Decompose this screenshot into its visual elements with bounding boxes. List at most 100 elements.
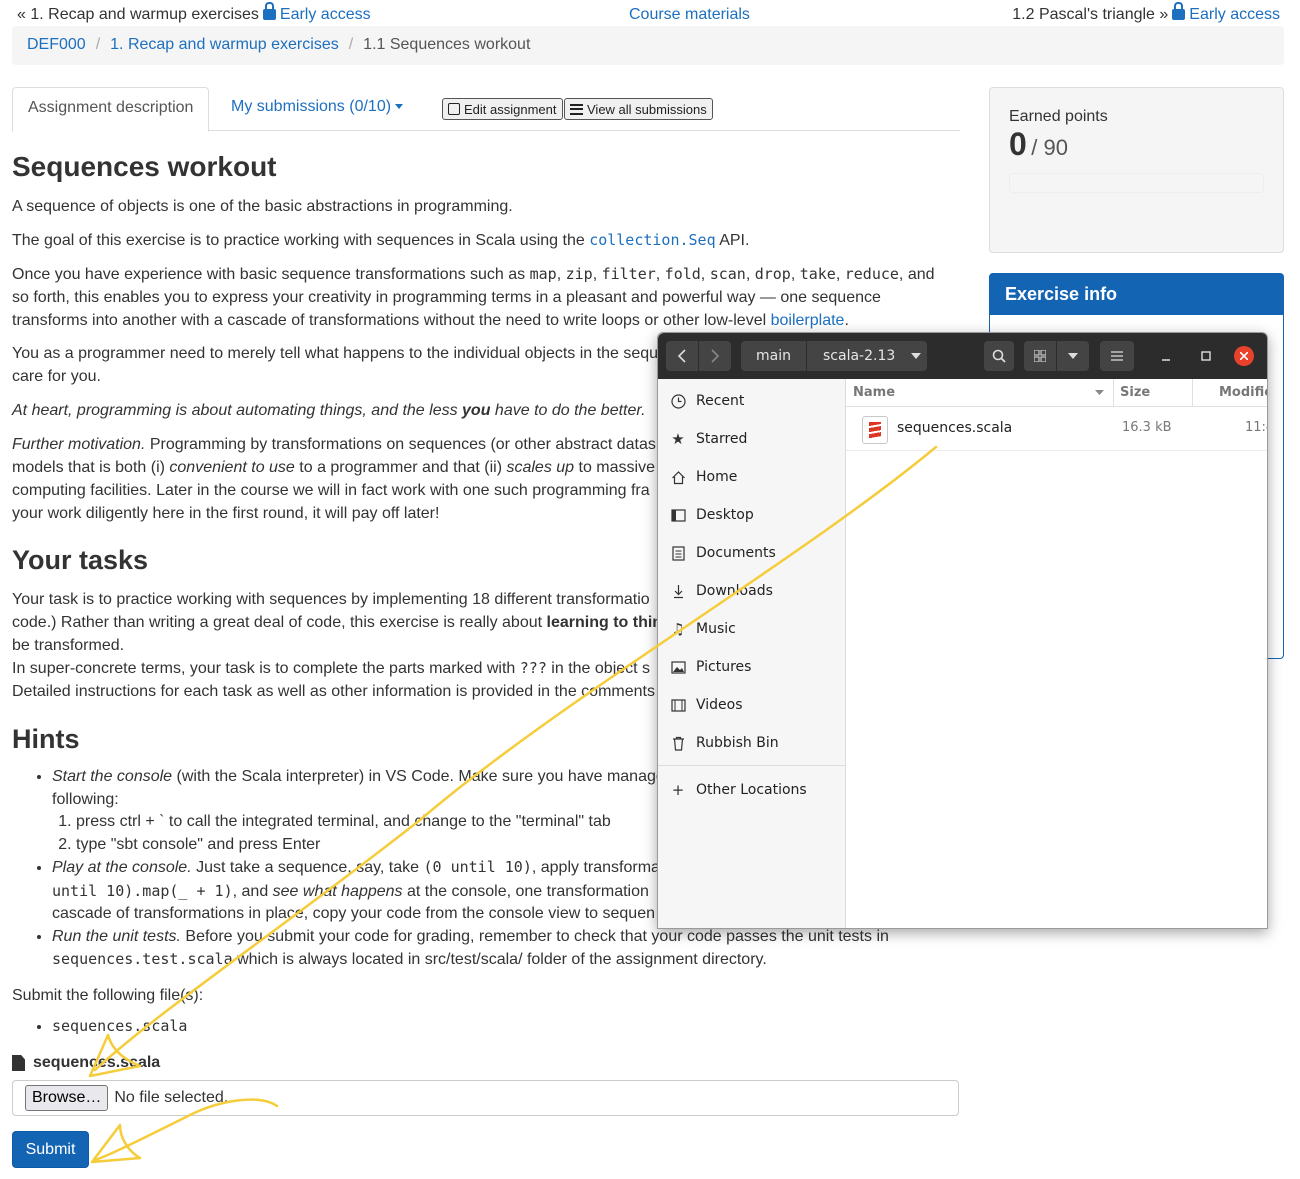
- places-sidebar: Recent ★ Starred Home Desktop Documents D…: [658, 379, 846, 928]
- prev-exercise-link[interactable]: « 1. Recap and warmup exercises Early acc…: [17, 2, 371, 24]
- sidebar-item-label: Recent: [696, 393, 745, 409]
- back-button[interactable]: [666, 341, 698, 371]
- no-file-text: No file selected.: [114, 1089, 229, 1106]
- sidebar-item-starred[interactable]: ★ Starred: [670, 428, 747, 450]
- sidebar-item-label: Rubbish Bin: [696, 735, 779, 751]
- sidebar-item-other-locations[interactable]: + Other Locations: [670, 779, 807, 801]
- video-icon: [670, 697, 686, 713]
- path-current-label: scala-2.13: [823, 348, 896, 364]
- earned-points-label: Earned points: [1009, 108, 1108, 125]
- search-icon: [992, 349, 1006, 363]
- intro-paragraph: A sequence of objects is one of the basi…: [12, 198, 513, 215]
- plus-icon: +: [671, 781, 685, 799]
- view-grid-button[interactable]: [1024, 341, 1056, 371]
- assignment-tabs: Assignment description My submissions (0…: [12, 87, 960, 132]
- download-icon: [670, 583, 686, 599]
- sidebar-item-music[interactable]: ♫ Music: [670, 618, 736, 640]
- lock-icon: [262, 2, 276, 20]
- document-icon: [670, 545, 686, 561]
- prev-early-access-badge[interactable]: Early access: [280, 6, 371, 23]
- column-headers: Name Size Modifie: [846, 379, 1267, 407]
- file-icon: [12, 1055, 25, 1071]
- close-icon: [1240, 352, 1248, 360]
- dropdown-arrow-icon: [911, 353, 922, 359]
- maximize-button[interactable]: [1194, 341, 1218, 371]
- scala-file-icon: [862, 416, 888, 444]
- course-materials-link[interactable]: Course materials: [629, 6, 750, 24]
- edit-assignment-label: Edit assignment: [464, 101, 557, 117]
- path-segment-current[interactable]: scala-2.13: [807, 341, 927, 371]
- star-icon: ★: [671, 430, 685, 448]
- dropdown-arrow-icon: [1068, 353, 1078, 359]
- next-exercise-link[interactable]: 1.2 Pascal's triangle » Early access: [1012, 2, 1280, 24]
- file-list: Name Size Modifie sequences.scala 16.3 k…: [846, 379, 1267, 928]
- file-modified: 11:4: [1245, 420, 1267, 435]
- sidebar-item-documents[interactable]: Documents: [670, 542, 776, 564]
- submit-button[interactable]: Submit: [12, 1131, 89, 1168]
- minimize-icon: [1162, 359, 1170, 361]
- sidebar-item-videos[interactable]: Videos: [670, 694, 743, 716]
- sidebar-item-downloads[interactable]: Downloads: [670, 580, 773, 602]
- close-button[interactable]: [1234, 346, 1254, 366]
- submit-files-text: Submit the following file(s):: [12, 987, 204, 1004]
- sidebar-item-pictures[interactable]: Pictures: [670, 656, 751, 678]
- forward-button[interactable]: [699, 341, 731, 371]
- view-all-label: View all submissions: [587, 101, 707, 117]
- sidebar-item-label: Music: [696, 621, 736, 637]
- file-size: 16.3 kB: [1122, 420, 1172, 435]
- music-icon: ♫: [671, 620, 685, 638]
- column-size[interactable]: Size: [1120, 385, 1150, 400]
- clock-icon: [670, 393, 686, 409]
- path-segment-main[interactable]: main: [741, 341, 806, 371]
- exercise-info-heading: Exercise info: [990, 274, 1283, 315]
- breadcrumb: DEF000/1. Recap and warmup exercises/1.1…: [12, 26, 1284, 65]
- tab-assignment-description[interactable]: Assignment description: [12, 87, 210, 132]
- list-item: sequences.scala: [52, 1017, 187, 1036]
- search-button[interactable]: [984, 341, 1014, 371]
- grid-icon: [1034, 350, 1046, 362]
- minimize-button[interactable]: [1154, 341, 1178, 371]
- required-files-list: sequences.scala: [12, 1017, 187, 1036]
- sidebar-item-rubbish-bin[interactable]: Rubbish Bin: [670, 732, 779, 754]
- submit-arrow-head: [90, 1123, 142, 1164]
- file-row[interactable]: sequences.scala 16.3 kB 11:4: [846, 409, 1267, 451]
- earned-points-panel: Earned points 0 / 90: [989, 87, 1284, 253]
- sidebar-item-home[interactable]: Home: [670, 466, 737, 488]
- page-title: Sequences workout: [12, 151, 277, 182]
- prev-exercise-label: « 1. Recap and warmup exercises: [17, 6, 259, 23]
- trash-icon: [670, 735, 686, 751]
- breadcrumb-current: 1.1 Sequences workout: [363, 36, 531, 53]
- file-manager-window[interactable]: main scala-2.13 Recent ★ Starred Home Des…: [657, 332, 1268, 929]
- view-options-button[interactable]: [1057, 341, 1089, 371]
- edit-assignment-button[interactable]: Edit assignment: [442, 98, 563, 120]
- points-progress-bar: [1009, 173, 1264, 193]
- chevron-left-icon: [677, 349, 686, 363]
- tab-my-submissions[interactable]: My submissions (0/10): [231, 98, 404, 116]
- collection-seq-link[interactable]: collection.Seq: [589, 231, 715, 249]
- sidebar-item-label: Home: [696, 469, 738, 485]
- sidebar-item-label: Downloads: [696, 583, 773, 599]
- picture-icon: [670, 659, 686, 675]
- menu-button[interactable]: [1100, 341, 1134, 371]
- hints-heading: Hints: [12, 724, 80, 754]
- view-all-submissions-button[interactable]: View all submissions: [564, 98, 713, 120]
- file-field-label: sequences.scala: [12, 1054, 160, 1072]
- column-name[interactable]: Name: [853, 385, 895, 400]
- list-item: Run the unit tests. Before you submit yo…: [52, 926, 912, 972]
- sidebar-item-desktop[interactable]: Desktop: [670, 504, 754, 526]
- file-upload-input[interactable]: Browse… No file selected.: [12, 1080, 959, 1116]
- file-name: sequences.scala: [897, 420, 1013, 436]
- max-points: / 90: [1031, 135, 1068, 160]
- sidebar-item-recent[interactable]: Recent: [670, 390, 744, 412]
- sidebar-divider: [658, 765, 846, 766]
- file-manager-headerbar: main scala-2.13: [658, 333, 1267, 379]
- maximize-icon: [1201, 351, 1211, 361]
- sidebar-item-label: Starred: [696, 431, 748, 447]
- boilerplate-link[interactable]: boilerplate: [771, 312, 845, 329]
- column-modified[interactable]: Modifie: [1219, 385, 1267, 400]
- browse-button[interactable]: Browse…: [25, 1085, 109, 1111]
- breadcrumb-module[interactable]: 1. Recap and warmup exercises: [110, 36, 339, 53]
- breadcrumb-course[interactable]: DEF000: [27, 36, 86, 53]
- next-exercise-label: 1.2 Pascal's triangle »: [1012, 6, 1169, 23]
- next-early-access-badge[interactable]: Early access: [1189, 6, 1280, 23]
